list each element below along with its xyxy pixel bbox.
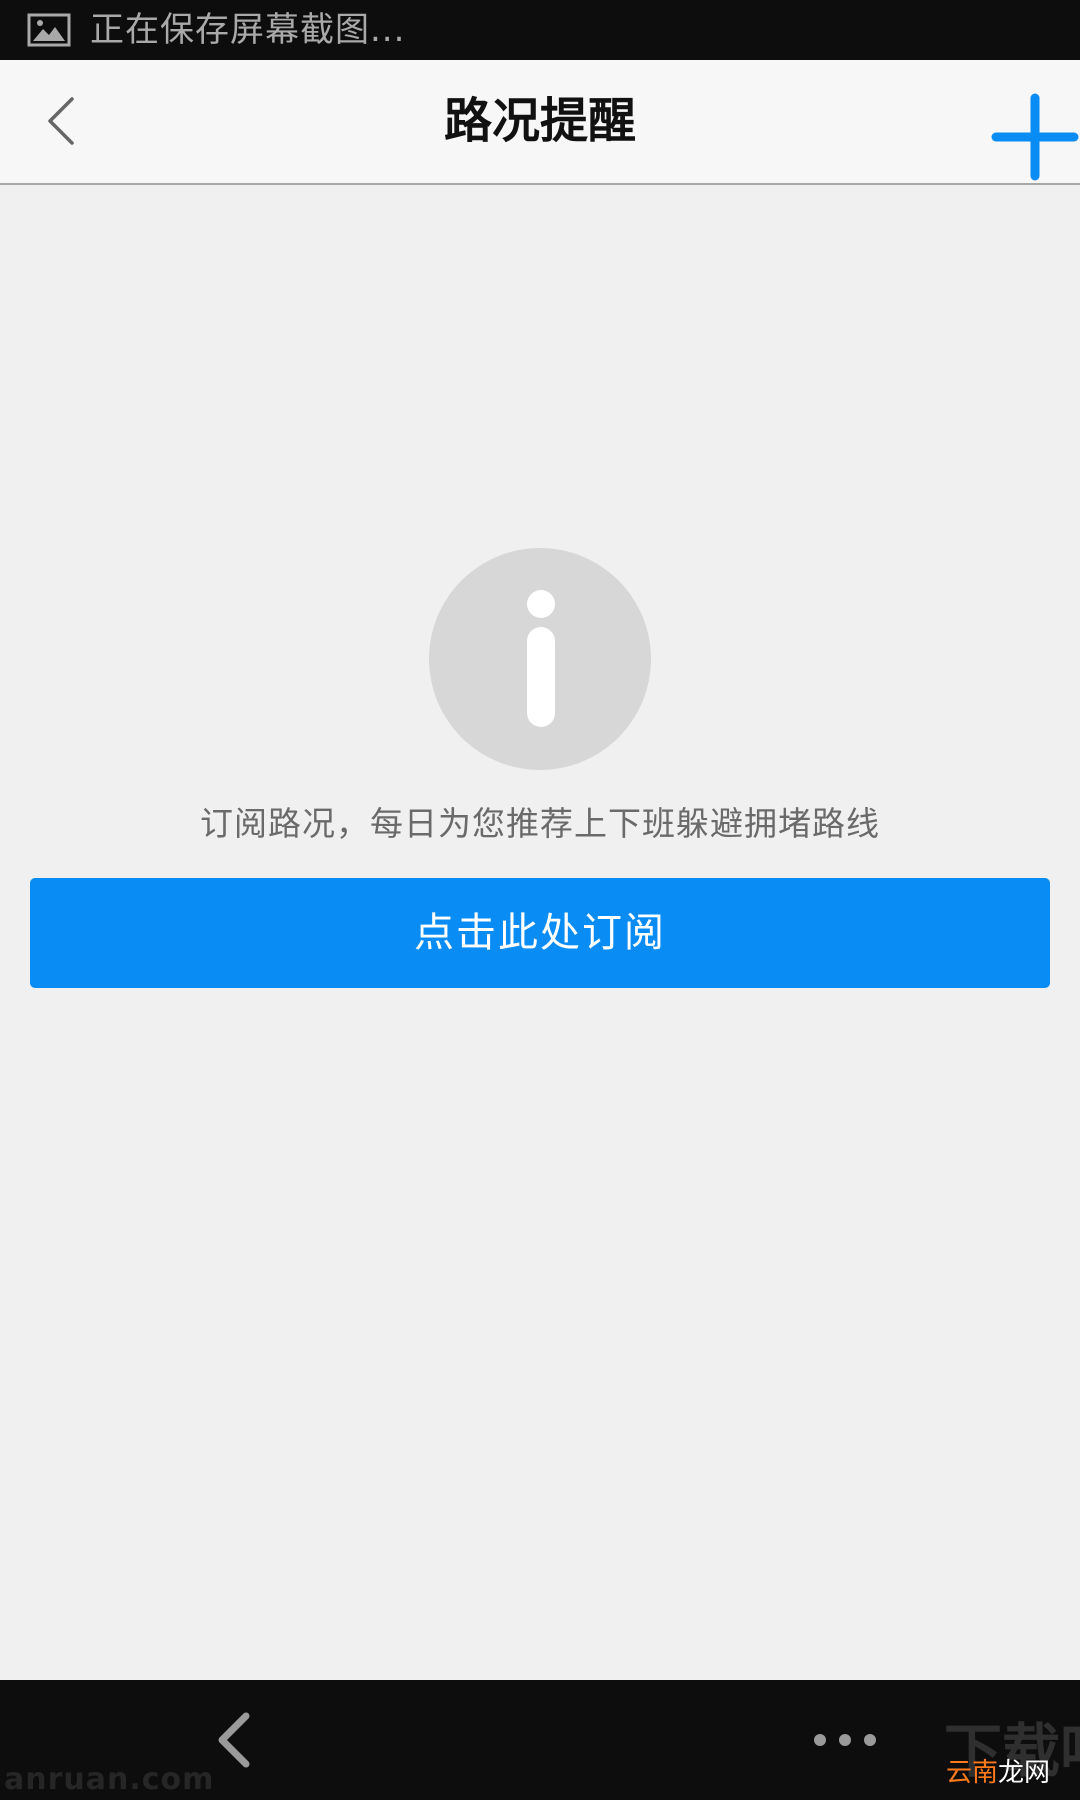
watermark-yunnan: 云南龙网 bbox=[946, 1756, 1050, 1790]
add-button[interactable] bbox=[990, 92, 1080, 182]
empty-state-hint: 订阅路况，每日为您推荐上下班躲避拥堵路线 bbox=[200, 804, 880, 843]
info-icon-dot bbox=[527, 590, 555, 618]
watermark-anruan: anruan.com bbox=[4, 1762, 215, 1797]
image-icon bbox=[27, 13, 71, 47]
status-text: 正在保存屏幕截图... bbox=[90, 10, 406, 50]
info-icon-bar bbox=[527, 627, 555, 727]
page-title: 路况提醒 bbox=[443, 93, 636, 149]
watermark-yunnan-accent: 云南 bbox=[946, 1758, 999, 1788]
status-bar: 正在保存屏幕截图... bbox=[0, 0, 1080, 60]
subscribe-button[interactable]: 点击此处订阅 bbox=[30, 878, 1050, 988]
info-icon bbox=[429, 548, 651, 770]
more-dots-icon[interactable] bbox=[810, 1730, 880, 1750]
nav-back-icon[interactable] bbox=[210, 1710, 260, 1770]
header: 路况提醒 bbox=[0, 60, 1080, 185]
watermark-yunnan-text: 龙网 bbox=[998, 1758, 1051, 1788]
